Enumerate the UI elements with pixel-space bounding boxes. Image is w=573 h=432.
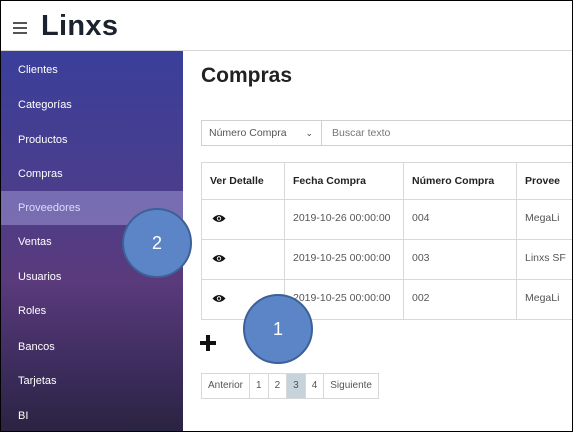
annotation-badge-1: 1 [243, 294, 313, 364]
sidebar-item-bi[interactable]: BI [1, 399, 191, 431]
fecha-cell: 2019-10-26 00:00:00 [284, 200, 403, 239]
proveedor-cell: MegaLi [516, 280, 572, 319]
sidebar-item-productos[interactable]: Productos [1, 123, 191, 157]
proveedor-cell: MegaLi [516, 200, 572, 239]
view-detail-cell [201, 240, 284, 279]
table-row: 2019-10-26 00:00:00 004 MegaLi [201, 200, 572, 240]
pagination-page-2[interactable]: 2 [267, 374, 287, 398]
chevron-down-icon: ⌄ [305, 128, 313, 138]
app-window: Linxs Clientes Categorías Productos Comp… [0, 0, 573, 432]
filter-bar: Número Compra ⌄ Buscar texto [201, 120, 572, 146]
fecha-cell: 2019-10-25 00:00:00 [284, 240, 403, 279]
eye-icon[interactable] [212, 254, 226, 263]
main-panel: Compras Número Compra ⌄ Buscar texto Ver… [183, 51, 572, 431]
filter-field-select[interactable]: Número Compra ⌄ [202, 121, 322, 145]
add-purchase-button[interactable] [199, 334, 217, 352]
top-bar: Linxs [1, 1, 572, 51]
eye-icon[interactable] [212, 214, 226, 223]
sidebar-item-tarjetas[interactable]: Tarjetas [1, 364, 191, 398]
sidebar-item-roles[interactable]: Roles [1, 294, 191, 328]
pagination-page-4[interactable]: 4 [304, 374, 324, 398]
filter-select-value: Número Compra [209, 127, 287, 139]
column-header: Provee [516, 163, 572, 199]
column-header: Fecha Compra [284, 163, 403, 199]
sidebar-item-bancos[interactable]: Bancos [1, 330, 191, 364]
numero-cell: 002 [403, 280, 516, 319]
table-row: 2019-10-25 00:00:00 003 Linxs SF [201, 240, 572, 280]
pagination-page-1[interactable]: 1 [249, 374, 268, 398]
purchases-table: Ver Detalle Fecha Compra Número Compra P… [201, 162, 572, 320]
table-header-row: Ver Detalle Fecha Compra Número Compra P… [201, 163, 572, 200]
column-header: Ver Detalle [201, 163, 284, 199]
eye-icon[interactable] [212, 294, 226, 303]
app-title: Linxs [41, 10, 119, 42]
proveedor-cell: Linxs SF [516, 240, 572, 279]
sidebar-item-categorias[interactable]: Categorías [1, 88, 191, 122]
annotation-badge-2: 2 [122, 208, 192, 278]
sidebar-item-compras[interactable]: Compras [1, 157, 191, 191]
pagination-next[interactable]: Siguiente [323, 374, 378, 398]
numero-cell: 003 [403, 240, 516, 279]
pagination-page-3[interactable]: 3 [286, 374, 305, 398]
page-title: Compras [201, 64, 293, 87]
pagination-prev[interactable]: Anterior [202, 374, 249, 398]
view-detail-cell [201, 200, 284, 239]
numero-cell: 004 [403, 200, 516, 239]
column-header: Número Compra [403, 163, 516, 199]
search-input[interactable]: Buscar texto [332, 121, 390, 145]
menu-icon[interactable] [13, 22, 27, 34]
sidebar-item-clientes[interactable]: Clientes [1, 53, 191, 87]
pagination: Anterior 1 2 3 4 Siguiente [201, 373, 379, 399]
